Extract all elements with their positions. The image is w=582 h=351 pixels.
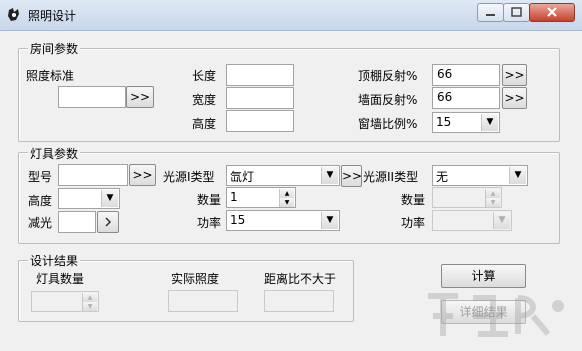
- chevron-down-icon[interactable]: ▼: [509, 167, 526, 184]
- count2-spinner[interactable]: ▲ ▼: [432, 187, 502, 208]
- window-title: 照明设计: [28, 9, 77, 23]
- dim-input[interactable]: [58, 211, 96, 233]
- result-legend: 设计结果: [28, 252, 81, 269]
- spin-down-icon[interactable]: ▼: [485, 198, 500, 207]
- chevron-down-icon[interactable]: ▼: [321, 212, 338, 229]
- minimize-button[interactable]: [477, 3, 504, 22]
- distance-ratio-output: [264, 290, 334, 312]
- lamp-height-select[interactable]: ▼: [58, 188, 120, 209]
- chevron-down-icon[interactable]: ▼: [101, 190, 118, 207]
- model-input[interactable]: [58, 164, 128, 186]
- chevron-down-icon[interactable]: ▼: [493, 212, 510, 229]
- minimize-icon: [486, 14, 495, 16]
- dim-label: 减光: [28, 216, 53, 230]
- power2-select[interactable]: ▼: [432, 210, 512, 231]
- spin-down-icon[interactable]: ▼: [82, 302, 97, 311]
- width-input[interactable]: [226, 87, 294, 109]
- power1-label: 功率: [197, 216, 222, 230]
- calculate-button[interactable]: 计算: [441, 264, 526, 288]
- illum-std-input[interactable]: [58, 86, 126, 108]
- ceiling-reflect-browse-button[interactable]: >>: [502, 64, 527, 86]
- distance-ratio-label: 距离比不大于: [264, 272, 337, 286]
- src1-browse-button[interactable]: >>: [341, 165, 362, 187]
- ceiling-reflect-input[interactable]: 66: [432, 64, 500, 86]
- count1-value: 1: [230, 190, 238, 204]
- length-input[interactable]: [226, 64, 294, 86]
- wall-reflect-input[interactable]: 66: [432, 87, 500, 109]
- count1-spinner[interactable]: 1 ▲ ▼: [226, 187, 296, 208]
- maximize-icon: [511, 7, 522, 17]
- spin-down-icon[interactable]: ▼: [279, 198, 294, 207]
- window-ratio-select[interactable]: 15 ▼: [432, 112, 500, 133]
- src2-type-select[interactable]: 无 ▼: [432, 165, 528, 186]
- src1-type-label: 光源I类型: [163, 170, 215, 184]
- maximize-button[interactable]: [503, 3, 530, 22]
- spin-up-icon[interactable]: ▲: [485, 189, 500, 198]
- room-height-input[interactable]: [226, 110, 294, 132]
- spin-up-icon[interactable]: ▲: [279, 189, 294, 198]
- dim-button[interactable]: [97, 211, 119, 233]
- count2-label: 数量: [401, 193, 426, 207]
- chevron-down-icon[interactable]: ▼: [321, 167, 338, 184]
- window-ratio-label: 窗墙比例%: [358, 117, 418, 131]
- watermark-logo: [428, 293, 564, 337]
- src1-type-select[interactable]: 氙灯 ▼: [226, 165, 340, 186]
- wall-reflect-label: 墙面反射%: [358, 93, 418, 107]
- app-icon: [8, 8, 19, 21]
- chevron-down-icon[interactable]: ▼: [481, 114, 498, 131]
- lamp-count-spinner[interactable]: ▲ ▼: [31, 291, 99, 312]
- model-browse-button[interactable]: >>: [129, 164, 156, 186]
- lamp-height-label: 高度: [28, 194, 53, 208]
- src1-type-value: 氙灯: [230, 170, 255, 184]
- spin-up-icon[interactable]: ▲: [82, 293, 97, 302]
- power1-select[interactable]: 15 ▼: [226, 210, 340, 231]
- power1-value: 15: [230, 213, 246, 227]
- room-height-label: 高度: [192, 117, 217, 131]
- ceiling-reflect-label: 顶棚反射%: [358, 69, 418, 83]
- wall-reflect-browse-button[interactable]: >>: [502, 87, 527, 109]
- room-params-legend: 房间参数: [28, 40, 81, 57]
- power2-label: 功率: [401, 216, 426, 230]
- actual-illum-label: 实际照度: [171, 272, 220, 286]
- src2-type-label: 光源II类型: [363, 170, 419, 184]
- actual-illum-output: [168, 290, 238, 312]
- window-ratio-value: 15: [436, 115, 452, 129]
- length-label: 长度: [192, 69, 217, 83]
- src2-type-value: 无: [436, 170, 449, 184]
- lamp-params-legend: 灯具参数: [28, 145, 81, 162]
- close-icon: [547, 7, 557, 17]
- count1-label: 数量: [197, 193, 222, 207]
- model-label: 型号: [28, 170, 53, 184]
- close-button[interactable]: [529, 3, 575, 22]
- illum-std-label: 照度标准: [26, 69, 75, 83]
- width-label: 宽度: [192, 93, 217, 107]
- illum-std-browse-button[interactable]: >>: [126, 86, 154, 108]
- chevron-right-icon: [105, 217, 112, 227]
- lamp-count-label: 灯具数量: [36, 272, 85, 286]
